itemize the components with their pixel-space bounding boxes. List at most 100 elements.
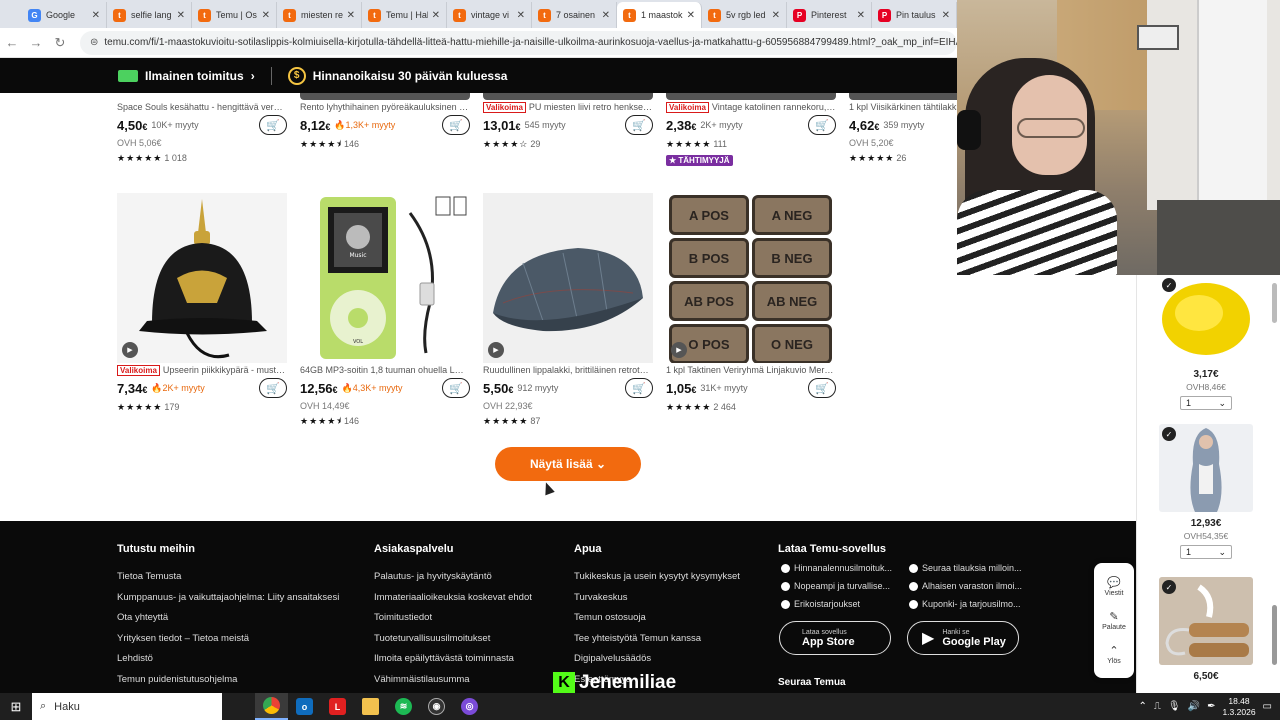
browser-tab[interactable]: G Google ✕ xyxy=(22,2,107,28)
footer-link[interactable]: Immateriaalioikeuksia koskevat ehdot xyxy=(374,588,532,609)
browser-tab[interactable]: P Pin taulus ✕ xyxy=(872,2,957,28)
footer-link[interactable]: Palautus- ja hyvityskäytäntö xyxy=(374,567,532,588)
browser-tab[interactable]: t 5v rgb led ✕ xyxy=(702,2,787,28)
product-title[interactable]: Valikoima PU miesten liivi retro henkseli… xyxy=(483,100,653,114)
close-tab-icon[interactable]: ✕ xyxy=(942,10,950,21)
quantity-select[interactable]: 1 ⌄ xyxy=(1180,396,1232,410)
footer-link[interactable]: Tukikeskus ja usein kysytyt kysymykset xyxy=(574,567,740,588)
forward-button[interactable]: → xyxy=(24,35,48,50)
product-title[interactable]: Valikoima Vintage katolinen rannekoru, s.… xyxy=(666,100,836,114)
footer-link[interactable]: Turvakeskus xyxy=(574,588,740,609)
fab-viestit[interactable]: 💬 Viestit xyxy=(1105,576,1124,597)
product-card[interactable]: ▶ Valikoima Upseerin piikkikypärä - musta… xyxy=(117,193,287,415)
browser-tab[interactable]: t Temu | Hal ✕ xyxy=(362,2,447,28)
cart-item-image[interactable]: ✓ xyxy=(1159,577,1253,665)
taskbar-search[interactable]: ⌕ Haku xyxy=(32,693,222,720)
product-title[interactable]: Space Souls kesähattu - hengittävä verkk… xyxy=(117,100,287,114)
google-play-button[interactable]: ▶ Hanki se Google Play xyxy=(907,621,1019,655)
chevron-up-icon[interactable]: ⌃ xyxy=(1139,701,1147,712)
check-icon[interactable]: ✓ xyxy=(1162,580,1176,594)
footer-link[interactable]: Tuoteturvallisuusilmoitukset xyxy=(374,629,532,650)
scrollbar[interactable] xyxy=(1272,283,1277,323)
play-video-icon[interactable]: ▶ xyxy=(671,342,687,358)
add-to-cart-button[interactable]: 🛒 xyxy=(259,378,287,398)
add-to-cart-button[interactable]: 🛒 xyxy=(442,115,470,135)
product-title[interactable]: Ruudullinen lippalakki, brittiläinen ret… xyxy=(483,363,653,377)
url-input[interactable]: ⊜ temu.com/fi/1-maastokuvioitu-sotilasli… xyxy=(80,30,957,55)
add-to-cart-button[interactable]: 🛒 xyxy=(625,378,653,398)
footer-link[interactable]: Yrityksen tiedot – Tietoa meistä xyxy=(117,629,339,650)
clock[interactable]: 18.48 1.3.2026 xyxy=(1222,696,1255,718)
add-to-cart-button[interactable]: 🛒 xyxy=(259,115,287,135)
pen-icon[interactable]: ✒ xyxy=(1207,701,1215,712)
letter-l-app-icon[interactable]: L xyxy=(321,693,354,720)
file-explorer-icon[interactable] xyxy=(354,693,387,720)
close-tab-icon[interactable]: ✕ xyxy=(177,10,185,21)
cart-item[interactable]: ✓ 6,50€ xyxy=(1159,577,1253,682)
close-tab-icon[interactable]: ✕ xyxy=(517,10,525,21)
add-to-cart-button[interactable]: 🛒 xyxy=(442,378,470,398)
add-to-cart-button[interactable]: 🛒 xyxy=(808,378,836,398)
reload-button[interactable]: ↻ xyxy=(48,35,72,51)
product-image[interactable] xyxy=(117,93,287,100)
browser-tab[interactable]: t 7 osainen ✕ xyxy=(532,2,617,28)
check-icon[interactable]: ✓ xyxy=(1162,278,1176,292)
footer-link[interactable]: Temun puidenistutusohjelma xyxy=(117,670,339,691)
close-tab-icon[interactable]: ✕ xyxy=(92,10,100,21)
footer-link[interactable]: Tietoa Temusta xyxy=(117,567,339,588)
product-image-helmet[interactable]: ▶ xyxy=(117,193,287,363)
product-image[interactable] xyxy=(666,93,836,100)
check-icon[interactable]: ✓ xyxy=(1162,427,1176,441)
product-card[interactable]: ▶ Ruudullinen lippalakki, brittiläinen r… xyxy=(483,193,653,429)
footer-link[interactable]: Tee yhteistyötä Temun kanssa xyxy=(574,629,740,650)
scrollbar-thumb[interactable] xyxy=(1272,605,1277,665)
add-to-cart-button[interactable]: 🛒 xyxy=(808,115,836,135)
browser-tab[interactable]: P Pinterest ✕ xyxy=(787,2,872,28)
cart-item-image[interactable]: ✓ xyxy=(1159,424,1253,512)
footer-link[interactable]: Ota yhteyttä xyxy=(117,608,339,629)
chrome-icon[interactable] xyxy=(255,693,288,720)
browser-tab[interactable]: t 1 maastok ✕ xyxy=(617,2,702,28)
product-card[interactable]: Space Souls kesähattu - hengittävä verkk… xyxy=(117,93,287,166)
microphone-icon[interactable]: 🎙 xyxy=(1168,701,1181,712)
close-tab-icon[interactable]: ✕ xyxy=(687,10,695,21)
footer-link[interactable]: Toimitustiedot xyxy=(374,608,532,629)
product-title[interactable]: Valikoima Upseerin piikkikypärä - musta .… xyxy=(117,363,287,377)
footer-link[interactable]: Temun ostosuoja xyxy=(574,608,740,629)
windows-start-icon[interactable]: ⊞ xyxy=(0,699,32,715)
footer-link[interactable]: Kumppanuus- ja vaikuttajaohjelma: Liity … xyxy=(117,588,339,609)
site-info-icon[interactable]: ⊜ xyxy=(90,37,98,48)
footer-link[interactable]: Ilmoita epäilyttävästä toiminnasta xyxy=(374,649,532,670)
browser-tab[interactable]: t selfie lang ✕ xyxy=(107,2,192,28)
play-video-icon[interactable]: ▶ xyxy=(488,342,504,358)
product-card[interactable]: Valikoima Vintage katolinen rannekoru, s.… xyxy=(666,93,836,166)
fab-palaute[interactable]: ✎ Palaute xyxy=(1102,610,1126,631)
volume-icon[interactable]: 🔊 xyxy=(1188,701,1200,712)
product-image-patches[interactable]: A POS A NEG B POS B NEG AB POS AB NEG O POS O N… xyxy=(666,193,836,363)
outlook-icon[interactable]: o xyxy=(288,693,321,720)
product-image[interactable] xyxy=(483,93,653,100)
taskview-icon[interactable] xyxy=(222,693,255,720)
close-tab-icon[interactable]: ✕ xyxy=(432,10,440,21)
free-shipping-link[interactable]: Ilmainen toimitus › xyxy=(118,69,255,83)
browser-tab[interactable]: t Temu | Os ✕ xyxy=(192,2,277,28)
fab-ylös[interactable]: ⌃ Ylös xyxy=(1107,644,1121,665)
show-more-button[interactable]: Näytä lisää ⌄ xyxy=(495,447,641,481)
footer-link[interactable]: Digipalvelusäädös xyxy=(574,649,740,670)
browser-tab[interactable]: t miesten re ✕ xyxy=(277,2,362,28)
quantity-select[interactable]: 1 ⌄ xyxy=(1180,545,1232,559)
product-card[interactable]: A POS A NEG B POS B NEG AB POS AB NEG O POS O N… xyxy=(666,193,836,415)
price-adjust-link[interactable]: $ Hinnanoikaisu 30 päivän kuluessa xyxy=(287,66,507,85)
product-card[interactable]: Music VOL 64GB MP3-soitin 1,8 tuuman ohu… xyxy=(300,193,470,429)
streaming-app-icon[interactable]: ◎ xyxy=(453,693,486,720)
product-title[interactable]: 64GB MP3-soitin 1,8 tuuman ohuella LCD-.… xyxy=(300,363,470,377)
cart-item[interactable]: ✓ 3,17€ OVH8,46€ 1 ⌄ xyxy=(1159,275,1253,410)
close-tab-icon[interactable]: ✕ xyxy=(602,10,610,21)
cart-item[interactable]: ✓ 12,93€ OVH54,35€ 1 ⌄ xyxy=(1159,424,1253,559)
product-image-flatcap[interactable]: ▶ xyxy=(483,193,653,363)
product-card[interactable]: Valikoima PU miesten liivi retro henkseli… xyxy=(483,93,653,152)
footer-link[interactable]: Vähimmäistilausumma xyxy=(374,670,532,691)
close-tab-icon[interactable]: ✕ xyxy=(262,10,270,21)
product-card[interactable]: Rento lyhythihainen pyöreäkauluksinen t-… xyxy=(300,93,470,152)
close-tab-icon[interactable]: ✕ xyxy=(772,10,780,21)
